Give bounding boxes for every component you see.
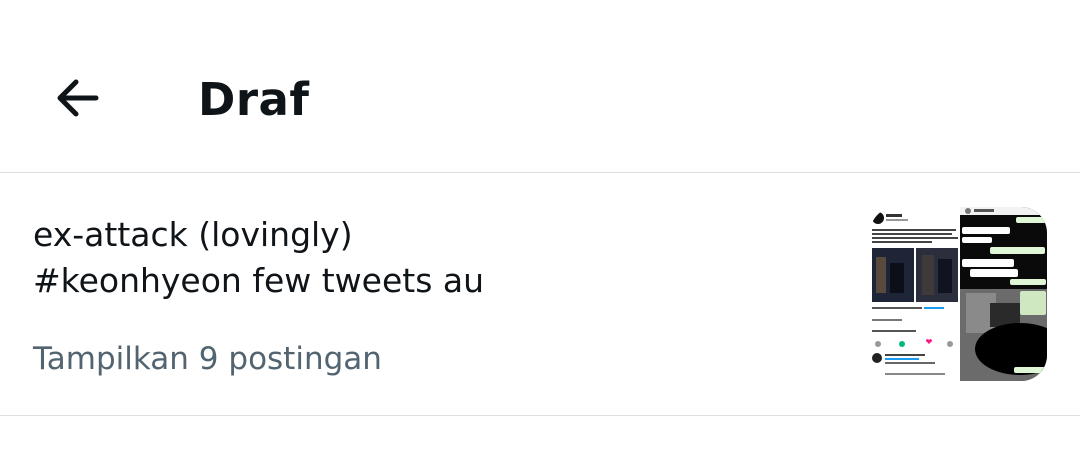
back-button[interactable] <box>48 70 106 126</box>
tweet-screenshot-thumbnail <box>870 207 1047 381</box>
arrow-left-icon <box>57 79 99 117</box>
draft-thread-item[interactable]: ex-attack (lovingly) #keonhyeon few twee… <box>0 173 1080 416</box>
show-posts-link[interactable]: Tampilkan 9 postingan <box>33 338 382 380</box>
top-app-bar: Draf <box>0 0 1080 173</box>
draft-media-thumbnail[interactable] <box>870 207 1047 381</box>
page-title: Draf <box>198 73 310 126</box>
draft-text-line-2: #keonhyeon few tweets au <box>33 261 485 300</box>
draft-text-line-1: ex-attack (lovingly) <box>33 215 353 254</box>
